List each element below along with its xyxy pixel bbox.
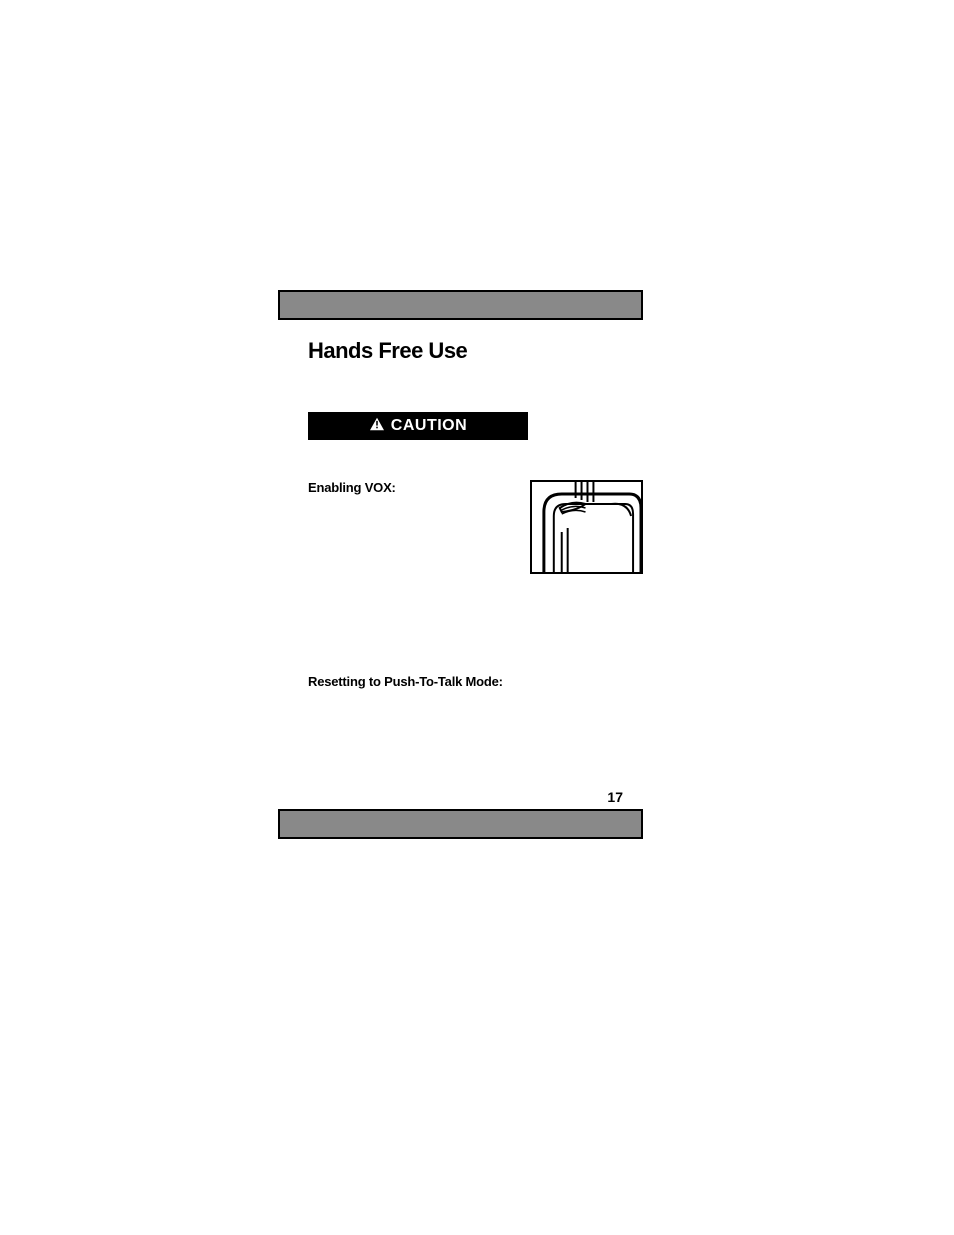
page-title: Hands Free Use [308, 338, 643, 364]
warning-icon [369, 417, 385, 436]
accessory-port-illustration [530, 480, 643, 574]
caution-label: CAUTION [391, 417, 467, 435]
enable-vox-heading: Enabling VOX: [308, 480, 396, 495]
page-number: 17 [278, 789, 643, 805]
footer-bar [278, 809, 643, 839]
caution-badge: CAUTION [308, 412, 528, 440]
header-bar [278, 290, 643, 320]
manual-page: Hands Free Use CAUTION Enabling VOX: [278, 290, 643, 839]
reset-ptt-heading: Resetting to Push-To-Talk Mode: [308, 674, 643, 689]
enable-vox-row: Enabling VOX: [308, 480, 643, 574]
